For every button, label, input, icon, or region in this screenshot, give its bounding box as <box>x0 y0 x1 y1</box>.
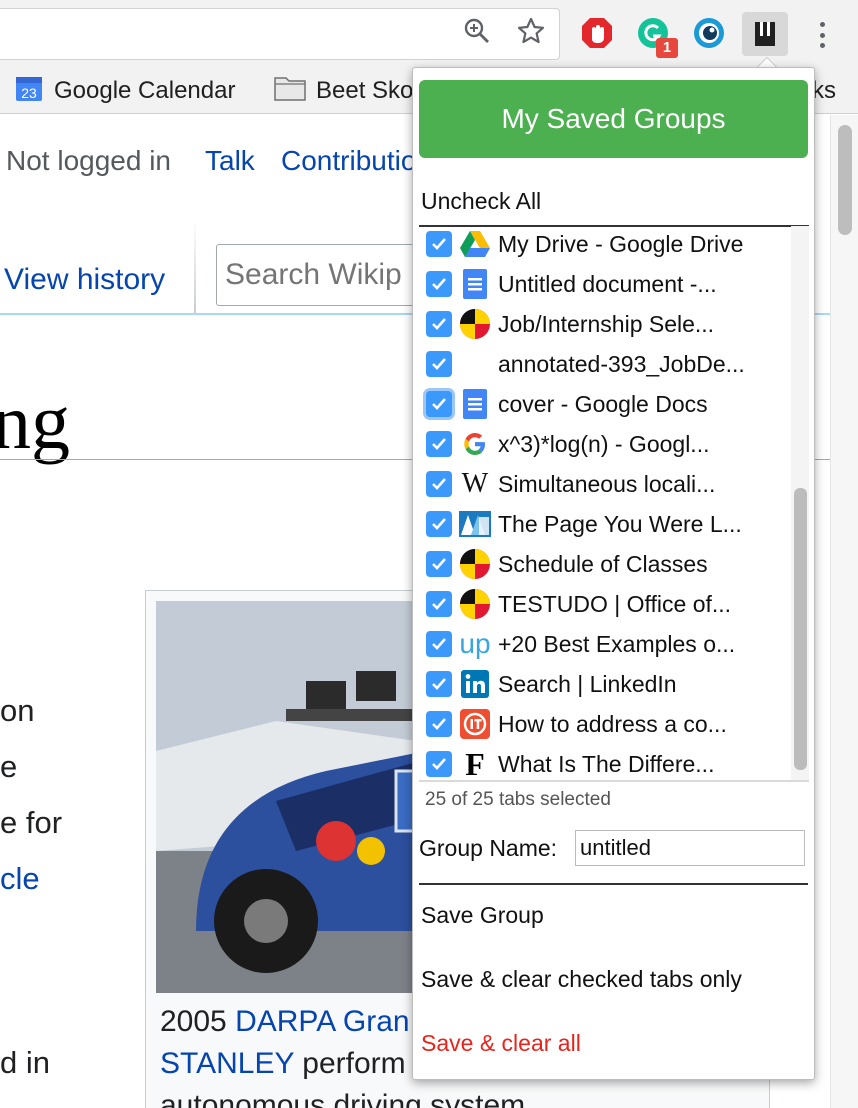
tab-list-scrollbar-thumb[interactable] <box>794 488 807 770</box>
tab-row[interactable]: How to address a co... <box>419 704 791 744</box>
bookmark-label: ks <box>812 77 836 104</box>
tab-checkbox[interactable] <box>426 591 452 617</box>
umd-flag-icon <box>459 308 491 340</box>
my-saved-groups-button[interactable]: My Saved Groups <box>419 80 808 158</box>
selected-count: 25 of 25 tabs selected <box>425 789 611 810</box>
tab-checkbox[interactable] <box>426 431 452 457</box>
body-text: e for <box>0 805 63 840</box>
forbes-icon: F <box>465 745 485 782</box>
popup-arrow <box>757 57 777 67</box>
uncheck-all-link[interactable]: Uncheck All <box>421 188 541 215</box>
tab-row[interactable]: cover - Google Docs <box>419 384 791 424</box>
browser-toolbar: 1 <box>0 0 858 68</box>
tab-row[interactable]: annotated-393_JobDe... <box>419 344 791 384</box>
zoom-icon[interactable] <box>462 16 492 46</box>
stanley-link[interactable]: STANLEY <box>160 1047 294 1080</box>
tab-checkbox[interactable] <box>426 351 452 377</box>
tab-row[interactable]: x^3)*log(n) - Googl... <box>419 424 791 464</box>
tab-row[interactable]: up +20 Best Examples o... <box>419 624 791 664</box>
bookmark-other[interactable]: ks <box>812 76 836 106</box>
tab-checkbox[interactable] <box>426 391 452 417</box>
save-group-button[interactable]: Save Group <box>421 902 544 929</box>
body-text: d in <box>0 1045 50 1080</box>
save-clear-all-button[interactable]: Save & clear all <box>421 1030 581 1057</box>
tab-row[interactable]: W Simultaneous locali... <box>419 464 791 504</box>
tab-list-scrollbar[interactable] <box>791 226 809 782</box>
eye-extension-icon[interactable] <box>692 16 726 50</box>
chrome-menu-icon[interactable] <box>812 20 832 50</box>
tab-row[interactable]: Job/Internship Sele... <box>419 304 791 344</box>
tab-checkbox[interactable] <box>426 751 452 777</box>
tab-row[interactable]: Schedule of Classes <box>419 544 791 584</box>
wiki-search-input[interactable] <box>217 245 435 305</box>
wiki-search-box[interactable] <box>216 244 436 306</box>
group-name-label: Group Name: <box>419 835 558 861</box>
umd-flag-icon <box>459 588 491 620</box>
tab-divider <box>194 219 196 315</box>
folder-icon <box>274 75 306 108</box>
upwork-icon: up <box>459 628 491 659</box>
tab-checkbox[interactable] <box>426 511 452 537</box>
tab-row[interactable]: My Drive - Google Drive <box>419 226 791 264</box>
tab-row[interactable]: The Page You Were L... <box>419 504 791 544</box>
group-name-divider <box>419 883 808 885</box>
view-history-tab[interactable]: View history <box>4 263 165 297</box>
tab-checkbox[interactable] <box>426 231 452 257</box>
bookmark-star-icon[interactable] <box>516 16 546 46</box>
wikipedia-icon: W <box>461 468 489 499</box>
it-icon <box>459 708 491 740</box>
list-bottom-divider <box>419 780 809 782</box>
tab-checkbox[interactable] <box>426 711 452 737</box>
extension-badge: 1 <box>656 38 678 58</box>
talk-link[interactable]: Talk <box>205 145 255 177</box>
tab-groups-extension-icon[interactable] <box>742 12 788 56</box>
body-link[interactable]: cle <box>0 861 40 897</box>
umd-flag-icon <box>459 548 491 580</box>
google-docs-icon <box>459 268 491 300</box>
tab-checkbox[interactable] <box>426 311 452 337</box>
blank-icon <box>459 348 491 380</box>
tab-row[interactable]: F What Is The Differe... <box>419 744 791 782</box>
tab-checkbox[interactable] <box>426 271 452 297</box>
bookmark-folder-beet[interactable]: Beet Sko <box>274 76 413 106</box>
tab-row[interactable]: Search | LinkedIn <box>419 664 791 704</box>
bookmark-label: Beet Sko <box>316 77 414 104</box>
group-name-input[interactable] <box>575 830 805 866</box>
contributions-link[interactable]: Contributio <box>281 145 416 177</box>
bookmark-google-calendar[interactable]: 23 Google Calendar <box>14 76 235 106</box>
save-clear-checked-button[interactable]: Save & clear checked tabs only <box>421 966 742 993</box>
adblock-extension-icon[interactable] <box>580 16 614 50</box>
saved-groups-popup: My Saved Groups Uncheck All My Drive - G… <box>412 67 815 1080</box>
linkedin-icon <box>459 668 491 700</box>
calendar-icon: 23 <box>14 73 44 110</box>
darpa-link[interactable]: DARPA Gran <box>235 1005 410 1038</box>
tab-checkbox[interactable] <box>426 551 452 577</box>
tab-checkbox[interactable] <box>426 671 452 697</box>
tab-checkbox[interactable] <box>426 631 452 657</box>
not-logged-in-text: Not logged in <box>6 145 172 176</box>
tab-row[interactable]: TESTUDO | Office of... <box>419 584 791 624</box>
google-g-icon <box>459 428 491 460</box>
google-drive-icon <box>459 228 491 260</box>
page-scrollbar-thumb[interactable] <box>838 125 852 235</box>
body-text: e <box>0 749 18 784</box>
page-title: ng <box>0 378 70 465</box>
aba-icon <box>459 508 491 540</box>
svg-text:23: 23 <box>21 85 37 101</box>
tab-list: My Drive - Google Drive Untitled documen… <box>419 226 809 782</box>
tab-row[interactable]: Untitled document -... <box>419 264 791 304</box>
tab-checkbox[interactable] <box>426 471 452 497</box>
page-scrollbar[interactable] <box>830 115 858 1108</box>
bookmark-label: Google Calendar <box>54 77 236 104</box>
body-text: on <box>0 693 35 728</box>
google-docs-icon <box>459 388 491 420</box>
